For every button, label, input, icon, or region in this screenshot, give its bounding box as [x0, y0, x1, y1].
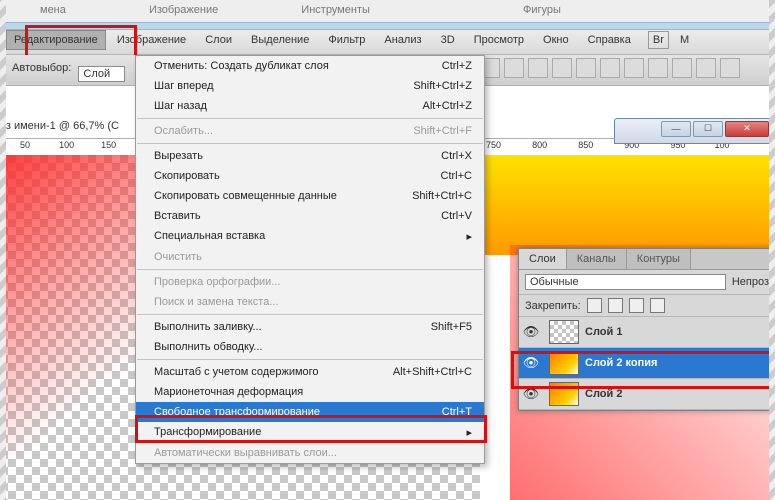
window-minimize-button[interactable]: — [661, 121, 691, 137]
mi-paste[interactable]: ВставитьCtrl+V [136, 206, 484, 226]
tab-paths[interactable]: Контуры [627, 249, 691, 269]
layer-thumbnail [549, 382, 579, 406]
menu-help[interactable]: Справка [580, 30, 639, 50]
mi-content-aware-scale[interactable]: Масштаб с учетом содержимогоAlt+Shift+Ct… [136, 362, 484, 382]
window-close-button[interactable]: ✕ [725, 121, 769, 137]
mi-stroke[interactable]: Выполнить обводку... [136, 337, 484, 357]
menu-more: M [672, 30, 697, 50]
mi-paste-special[interactable]: Специальная вставка▸ [136, 226, 484, 247]
layer-name: Слой 1 [585, 326, 622, 338]
mi-copy-merged[interactable]: Скопировать совмещенные данныеShift+Ctrl… [136, 186, 484, 206]
mi-spelling: Проверка орфографии... [136, 272, 484, 292]
layer-row[interactable]: 👁 Слой 2 [519, 379, 775, 410]
tab-layers[interactable]: Слои [519, 249, 567, 269]
minimize-icon: — [672, 124, 681, 134]
menu-image[interactable]: Изображение [109, 30, 194, 50]
ruler-tick: 50 [18, 140, 30, 150]
ruler-tick: 150 [99, 140, 116, 150]
layer-row[interactable]: 👁 Слой 1 [519, 317, 775, 348]
lock-transparent-icon[interactable] [587, 298, 602, 313]
align-icon[interactable] [648, 58, 668, 78]
mi-find-replace: Поиск и замена текста... [136, 292, 484, 312]
align-icon[interactable] [552, 58, 572, 78]
lock-label: Закрепить: [525, 300, 581, 312]
app-top-menu: мена Изображение Инструменты Фигуры [0, 0, 775, 23]
align-icon[interactable] [624, 58, 644, 78]
edit-menu-dropdown: Отменить: Создать дубликат слояCtrl+Z Ша… [135, 55, 485, 464]
visibility-icon[interactable]: 👁 [519, 386, 543, 402]
close-icon: ✕ [743, 123, 751, 134]
document-tab[interactable]: ез имени-1 @ 66,7% (С [0, 120, 119, 132]
visibility-icon[interactable]: 👁 [519, 355, 543, 371]
torn-edge-left [0, 0, 6, 500]
mi-undo[interactable]: Отменить: Создать дубликат слояCtrl+Z [136, 56, 484, 76]
top-menu-undo[interactable]: мена [40, 0, 66, 20]
menu-analysis[interactable]: Анализ [376, 30, 429, 50]
menu-3d[interactable]: 3D [433, 30, 463, 50]
menu-window[interactable]: Окно [535, 30, 577, 50]
top-menu-tools[interactable]: Инструменты [301, 0, 370, 20]
mi-cut[interactable]: ВырезатьCtrl+X [136, 146, 484, 166]
align-icon[interactable] [528, 58, 548, 78]
align-icon[interactable] [600, 58, 620, 78]
auto-select-label: Автовыбор: [12, 55, 71, 74]
mi-step-forward[interactable]: Шаг впередShift+Ctrl+Z [136, 76, 484, 96]
menu-view[interactable]: Просмотр [466, 30, 532, 50]
blend-mode-dropdown[interactable]: Обычные [525, 274, 726, 290]
mi-step-back[interactable]: Шаг назадAlt+Ctrl+Z [136, 96, 484, 116]
title-bar-strip [0, 22, 775, 30]
layer-thumbnail [549, 320, 579, 344]
align-icon[interactable] [672, 58, 692, 78]
mi-fill[interactable]: Выполнить заливку...Shift+F5 [136, 317, 484, 337]
layers-tabs: Слои Каналы Контуры [519, 249, 775, 270]
opacity-label: Непроз [732, 276, 769, 288]
document-window-buttons: — ☐ ✕ [614, 118, 772, 144]
mi-transform[interactable]: Трансформирование▸ [136, 422, 484, 443]
maximize-icon: ☐ [704, 123, 712, 134]
menu-select[interactable]: Выделение [243, 30, 317, 50]
visibility-icon[interactable]: 👁 [519, 324, 543, 340]
ruler-tick: 750 [484, 140, 501, 150]
ruler-tick: 100 [57, 140, 74, 150]
layer-thumbnail [549, 351, 579, 375]
tab-channels[interactable]: Каналы [567, 249, 627, 269]
mi-fade: Ослабить...Shift+Ctrl+F [136, 121, 484, 141]
lock-image-icon[interactable] [608, 298, 623, 313]
mi-copy[interactable]: СкопироватьCtrl+C [136, 166, 484, 186]
mi-puppet-warp[interactable]: Марионеточная деформация [136, 382, 484, 402]
auto-select-dropdown[interactable]: Слой [78, 66, 125, 82]
align-icon[interactable] [576, 58, 596, 78]
layer-row-selected[interactable]: 👁 Слой 2 копия [519, 348, 775, 379]
top-menu-image[interactable]: Изображение [149, 0, 218, 20]
gradient-content [480, 155, 775, 255]
top-menu-shapes[interactable]: Фигуры [523, 0, 561, 20]
ruler-tick: 800 [530, 140, 547, 150]
torn-edge-right [769, 0, 775, 500]
window-maximize-button[interactable]: ☐ [693, 121, 723, 137]
lock-position-icon[interactable] [629, 298, 644, 313]
bridge-button[interactable]: Br [648, 31, 669, 49]
menu-edit[interactable]: Редактирование [6, 30, 106, 50]
mi-clear: Очистить [136, 247, 484, 267]
layers-panel: Слои Каналы Контуры Обычные Непроз Закре… [518, 248, 775, 411]
align-icon[interactable] [504, 58, 524, 78]
lock-all-icon[interactable] [650, 298, 665, 313]
ruler-left: 50 100 150 [0, 138, 145, 156]
menu-layers[interactable]: Слои [197, 30, 240, 50]
layer-name: Слой 2 [585, 388, 622, 400]
align-icons [480, 58, 744, 81]
mi-auto-align: Автоматически выравнивать слои... [136, 443, 484, 463]
menu-filter[interactable]: Фильтр [320, 30, 373, 50]
layer-name: Слой 2 копия [585, 357, 657, 369]
mi-free-transform[interactable]: Свободное трансформированиеCtrl+T [136, 402, 484, 422]
ruler-tick: 850 [576, 140, 593, 150]
align-icon[interactable] [720, 58, 740, 78]
main-menubar: Редактирование Изображение Слои Выделени… [0, 30, 775, 55]
align-icon[interactable] [696, 58, 716, 78]
